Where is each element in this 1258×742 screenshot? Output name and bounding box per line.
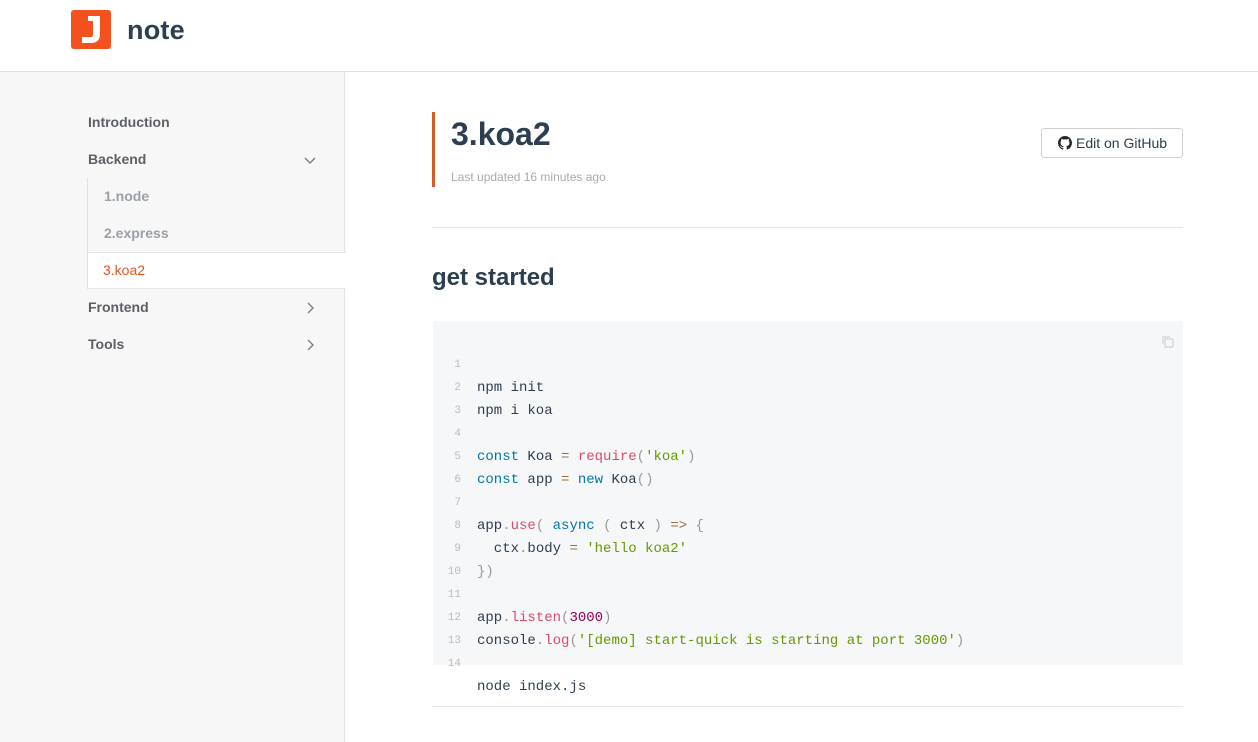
code-line: 11 app.listen(3000) (433, 561, 1173, 626)
page-header: 3.koa2 Last updated 16 minutes ago (432, 112, 606, 187)
top-navbar: note (0, 0, 1258, 72)
code-line: 2 npm i koa (433, 354, 1173, 419)
edit-on-github-label: Edit on GitHub (1076, 135, 1168, 151)
section-heading: get started (432, 264, 555, 291)
sidebar-item-frontend[interactable]: Frontend (88, 299, 149, 315)
code-line: 6 (433, 446, 1173, 486)
sidebar-item-node[interactable]: 1.node (104, 188, 149, 204)
code-block: 1 npm init 2 npm i koa 3 4 const Koa = r… (433, 321, 1183, 695)
chevron-right-icon[interactable] (303, 338, 317, 352)
site-title[interactable]: note (127, 15, 185, 46)
chevron-down-icon[interactable] (303, 153, 317, 167)
sidebar-item-tools[interactable]: Tools (88, 336, 124, 352)
sidebar-item-koa2-active[interactable]: 3.koa2 (88, 252, 346, 289)
sidebar-item-introduction[interactable]: Introduction (88, 114, 170, 130)
code-line: 1 npm init (433, 331, 1173, 396)
code-line: 4 const Koa = require('koa') (433, 400, 1173, 465)
code-line: 8 ctx.body = 'hello koa2' (433, 492, 1173, 557)
code-line: 3 (433, 377, 1173, 417)
code-line: 7 app.use( async ( ctx ) => { (433, 469, 1173, 534)
code-line: 5 const app = new Koa() (433, 423, 1173, 488)
code-line: 9 }) (433, 515, 1173, 580)
backend-submenu: 1.node 2.express 3.koa2 (87, 178, 346, 289)
code-line: 13 (433, 607, 1173, 647)
sidebar-item-backend[interactable]: Backend (88, 151, 146, 167)
code-line: 10 (433, 538, 1173, 578)
line-number: 14 (447, 658, 461, 670)
edit-on-github-button[interactable]: Edit on GitHub (1041, 128, 1183, 158)
code-line: 14 node index.js (433, 630, 1173, 695)
divider (432, 227, 1183, 228)
sidebar: Introduction Backend 1.node 2.express 3.… (0, 72, 346, 742)
github-icon (1058, 136, 1072, 150)
code-line: 12 console.log('[demo] start-quick is st… (433, 584, 1173, 649)
logo-icon[interactable] (71, 10, 111, 49)
sidebar-item-label: 3.koa2 (103, 262, 146, 278)
last-updated-text: Last updated 16 minutes ago (451, 170, 606, 184)
chevron-right-icon[interactable] (303, 301, 317, 315)
divider (432, 706, 1183, 707)
sidebar-item-express[interactable]: 2.express (104, 225, 169, 241)
page-title: 3.koa2 (451, 116, 551, 152)
code-text: node index.js (477, 679, 587, 695)
